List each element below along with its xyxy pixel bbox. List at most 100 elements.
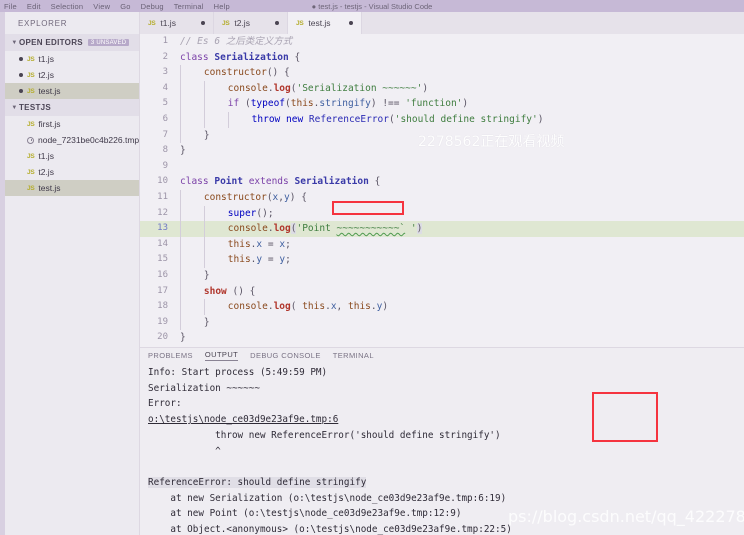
- explorer-title: EXPLORER: [18, 18, 68, 28]
- code-line[interactable]: 10 class Point extends Serialization {: [140, 174, 744, 190]
- panel-tab-debug-console[interactable]: DEBUG CONSOLE: [250, 351, 321, 360]
- js-file-icon: JS: [27, 184, 35, 192]
- output-line: Serialization ~~~~~~: [148, 382, 260, 394]
- line-number: 3: [162, 67, 168, 78]
- editor-overview-scrollbar[interactable]: [734, 56, 744, 347]
- js-file-icon: JS: [27, 55, 35, 63]
- file-label: node_7231be0c4b226.tmp: [38, 135, 139, 145]
- code-line[interactable]: 2 class Serialization {: [140, 50, 744, 66]
- code-line[interactable]: 4 console.log('Serialization ~~~~~~'): [140, 80, 744, 97]
- line-content[interactable]: console.log('Serialization ~~~~~~'): [180, 80, 744, 97]
- line-content[interactable]: [180, 159, 744, 175]
- line-number: 17: [157, 285, 168, 296]
- file-label: test.js: [38, 86, 61, 96]
- code-editor[interactable]: 1 // Es 6 之后类定义方式 2 class Serialization …: [140, 34, 744, 347]
- tab-dirty-dot-icon[interactable]: [349, 21, 353, 25]
- code-line[interactable]: 19 }: [140, 314, 744, 331]
- chevron-down-icon: ▼: [11, 104, 18, 111]
- js-file-icon: JS: [27, 120, 35, 128]
- file-item-first-js[interactable]: JS first.js: [5, 116, 139, 132]
- line-content[interactable]: console.log('Point ~~~~~~~~~~~` '): [180, 221, 744, 237]
- panel-tab-terminal[interactable]: TERMINAL: [333, 351, 374, 360]
- output-line-trace[interactable]: at new Point (o:\testjs\node_ce03d9e23af…: [148, 508, 461, 519]
- tab-t1-js[interactable]: JS t1.js: [140, 12, 214, 34]
- line-content[interactable]: }: [180, 330, 744, 346]
- line-content[interactable]: console.log( this.x, this.y): [180, 299, 744, 315]
- file-item-t2-js[interactable]: JS t2.js: [5, 164, 139, 180]
- tab-label: t2.js: [234, 18, 250, 28]
- line-content[interactable]: super();: [180, 205, 744, 222]
- js-file-icon: JS: [222, 19, 230, 27]
- line-number: 5: [162, 98, 168, 109]
- code-line-active[interactable]: 13 console.log('Point ~~~~~~~~~~~` '): [140, 221, 744, 237]
- line-content[interactable]: constructor() {: [180, 65, 744, 81]
- code-line[interactable]: 1 // Es 6 之后类定义方式: [140, 34, 744, 50]
- line-number: 4: [162, 82, 168, 93]
- tab-dirty-dot-icon[interactable]: [275, 21, 279, 25]
- line-content[interactable]: // Es 6 之后类定义方式: [180, 34, 744, 50]
- unsaved-badge: 3 UNSAVED: [87, 39, 130, 46]
- line-content[interactable]: }: [180, 314, 744, 331]
- line-content[interactable]: }: [180, 267, 744, 284]
- title-bar: File Edit Selection View Go Debug Termin…: [0, 0, 744, 12]
- line-number: 19: [157, 316, 168, 327]
- vscode-window: File Edit Selection View Go Debug Termin…: [0, 0, 744, 535]
- code-line[interactable]: 3 constructor() {: [140, 65, 744, 81]
- tab-dirty-dot-icon[interactable]: [201, 21, 205, 25]
- line-number: 20: [157, 332, 168, 343]
- code-line[interactable]: 14 this.x = x;: [140, 236, 744, 253]
- code-line[interactable]: 15 this.y = y;: [140, 252, 744, 268]
- line-number: 13: [157, 223, 168, 234]
- output-line-trace[interactable]: at new Serialization (o:\testjs\node_ce0…: [148, 493, 506, 504]
- file-label: t2.js: [38, 70, 54, 80]
- output-line: ^: [148, 445, 221, 457]
- code-line[interactable]: 12 super();: [140, 205, 744, 222]
- line-number: 16: [157, 269, 168, 280]
- line-content[interactable]: class Serialization {: [180, 50, 744, 66]
- code-line[interactable]: 9: [140, 159, 744, 175]
- line-number: 7: [162, 129, 168, 140]
- open-editor-item-test[interactable]: JS test.js: [5, 83, 139, 99]
- line-content[interactable]: class Point extends Serialization {: [180, 174, 744, 190]
- line-number: 18: [157, 301, 168, 312]
- code-line[interactable]: 20 }: [140, 330, 744, 346]
- line-content[interactable]: constructor(x,y) {: [180, 189, 744, 206]
- tab-test-js[interactable]: JS test.js: [288, 12, 362, 34]
- output-line-error: ReferenceError: should define stringify: [148, 476, 367, 488]
- output-line-trace[interactable]: at Object.<anonymous> (o:\testjs\node_ce…: [148, 524, 511, 535]
- file-item-t1-js[interactable]: JS t1.js: [5, 148, 139, 164]
- js-file-icon: JS: [27, 168, 35, 176]
- panel-tab-output[interactable]: OUTPUT: [204, 350, 239, 361]
- output-line-path[interactable]: o:\testjs\node_ce03d9e23af9e.tmp:6: [148, 414, 338, 425]
- section-testjs[interactable]: ▼ TESTJS: [5, 99, 139, 116]
- code-line[interactable]: 18 console.log( this.x, this.y): [140, 299, 744, 315]
- open-editor-item-t1[interactable]: JS t1.js: [5, 51, 139, 67]
- code-line[interactable]: 6 throw new ReferenceError('should defin…: [140, 111, 744, 128]
- code-line[interactable]: 17 show () {: [140, 283, 744, 300]
- js-file-icon: JS: [27, 87, 35, 95]
- panel-tab-problems[interactable]: PROBLEMS: [148, 351, 193, 360]
- file-item-node-tmp[interactable]: node_7231be0c4b226.tmp: [5, 132, 139, 148]
- tab-label: t1.js: [160, 18, 176, 28]
- line-content[interactable]: if (typeof(this.stringify) !== 'function…: [180, 96, 744, 112]
- line-content[interactable]: show () {: [180, 283, 744, 300]
- dirty-dot-icon: [19, 89, 23, 93]
- code-line[interactable]: 16 }: [140, 267, 744, 284]
- line-content[interactable]: this.x = x;: [180, 236, 744, 253]
- file-item-test-js[interactable]: JS test.js: [5, 180, 139, 196]
- file-label: first.js: [38, 119, 61, 129]
- line-content[interactable]: throw new ReferenceError('should define …: [180, 111, 744, 128]
- line-number: 14: [157, 238, 168, 249]
- section-open-editors[interactable]: ▼ OPEN EDITORS 3 UNSAVED: [5, 34, 139, 51]
- code-line[interactable]: 5 if (typeof(this.stringify) !== 'functi…: [140, 96, 744, 112]
- open-editor-item-t2[interactable]: JS t2.js: [5, 67, 139, 83]
- line-content[interactable]: this.y = y;: [180, 252, 744, 268]
- file-label: t2.js: [38, 167, 54, 177]
- clock-icon: [27, 136, 34, 144]
- section-label-open-editors: OPEN EDITORS: [19, 38, 83, 47]
- editor-area: JS t1.js JS t2.js JS test.js 1 // Es 6 之…: [140, 12, 744, 347]
- js-file-icon: JS: [27, 152, 35, 160]
- line-number: 10: [157, 176, 168, 187]
- code-line[interactable]: 11 constructor(x,y) {: [140, 189, 744, 206]
- tab-t2-js[interactable]: JS t2.js: [214, 12, 288, 34]
